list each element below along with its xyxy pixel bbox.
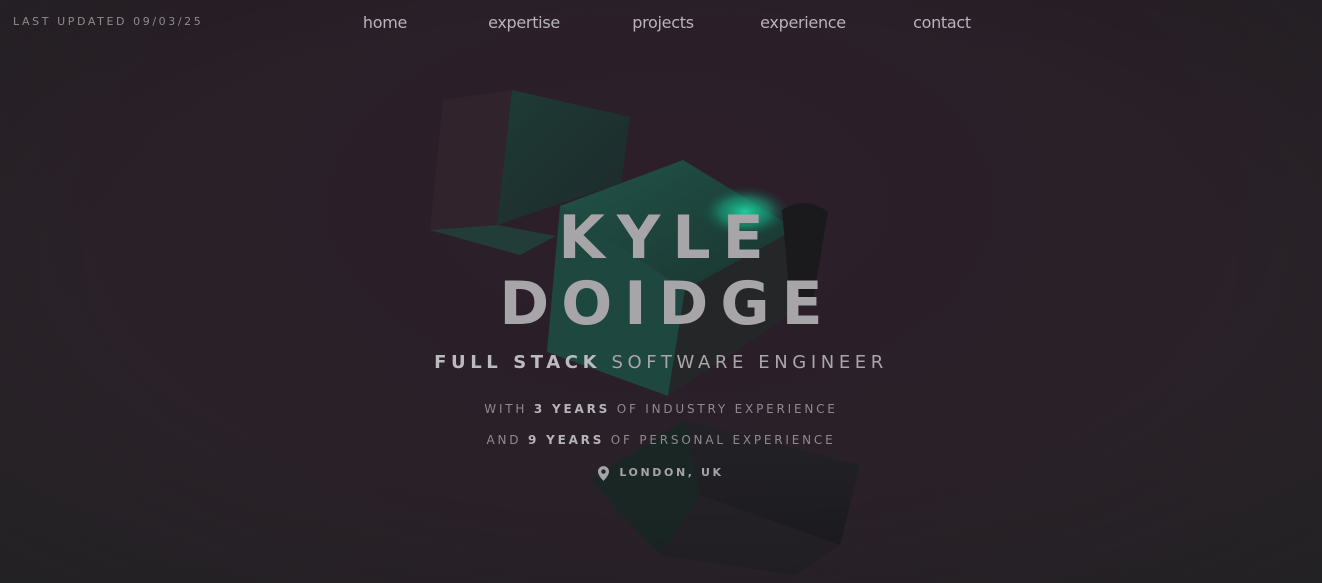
personal-prefix: AND (486, 433, 522, 447)
hero-role: FULL STACK SOFTWARE ENGINEER (0, 352, 1322, 374)
map-pin-icon (598, 465, 610, 481)
hero-first-name: KYLE (558, 203, 776, 273)
location: LONDON, UK (0, 464, 1322, 484)
personal-years: 9 YEARS (527, 433, 605, 447)
location-label: LONDON, UK (619, 466, 724, 479)
industry-suffix: OF INDUSTRY EXPERIENCE (616, 402, 838, 416)
nav-home-link[interactable]: home (363, 13, 407, 32)
nav-contact-link[interactable]: contact (913, 13, 971, 32)
main-nav: home expertise projects experience conta… (0, 13, 1322, 37)
personal-suffix: OF PERSONAL EXPERIENCE (610, 433, 836, 447)
hero-last-name: DOIDGE (499, 269, 835, 339)
nav-experience-link[interactable]: experience (760, 13, 846, 32)
industry-experience: WITH 3 YEARS OF INDUSTRY EXPERIENCE (0, 401, 1322, 417)
industry-prefix: WITH (484, 402, 528, 416)
role-title: SOFTWARE ENGINEER (611, 352, 888, 373)
industry-years: 3 YEARS (533, 402, 611, 416)
nav-projects-link[interactable]: projects (632, 13, 694, 32)
role-emphasis: FULL STACK (434, 352, 602, 373)
personal-experience: AND 9 YEARS OF PERSONAL EXPERIENCE (0, 432, 1322, 448)
nav-expertise-link[interactable]: expertise (488, 13, 560, 32)
